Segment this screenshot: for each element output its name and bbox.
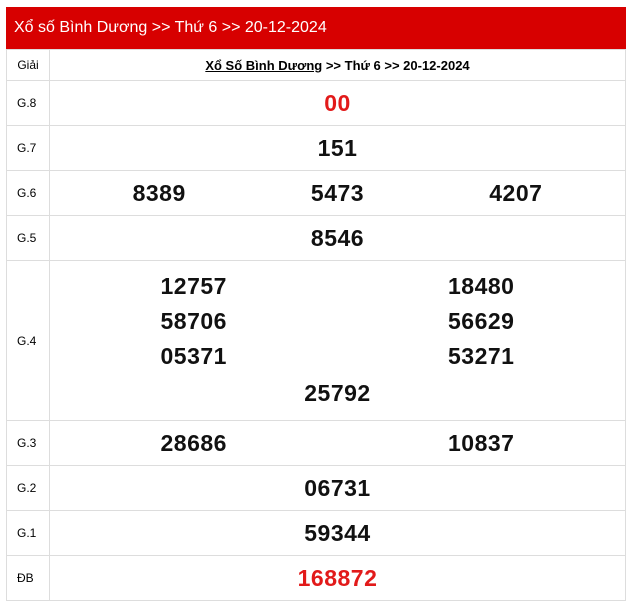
prize-row-g6: G.6 8389 5473 4207 [6, 170, 626, 216]
prize-values-g8: 00 [49, 80, 626, 126]
prize-label-db: ĐB [6, 555, 50, 601]
prize-number: 06731 [304, 474, 371, 501]
prize-row-g3: G.3 28686 10837 [6, 420, 626, 466]
table-header-row: Giải Xổ Số Bình Dương >> Thứ 6 >> 20-12-… [6, 49, 626, 81]
draw-column-header: Xổ Số Bình Dương >> Thứ 6 >> 20-12-2024 [49, 49, 626, 81]
prize-values-g2: 06731 [49, 465, 626, 511]
giai-column-header: Giải [6, 49, 50, 81]
prize-label-g8: G.8 [6, 80, 50, 126]
prize-number: 25792 [304, 379, 371, 406]
prize-number: 28686 [160, 429, 227, 456]
prize-number: 151 [317, 134, 358, 161]
prize-number: 5473 [310, 179, 365, 206]
prize-values-g3: 28686 10837 [49, 420, 626, 466]
prize-values-g6: 8389 5473 4207 [49, 170, 626, 216]
prize-values-g1: 59344 [49, 510, 626, 556]
prize-label-g6: G.6 [6, 170, 50, 216]
prize-label-g7: G.7 [6, 125, 50, 171]
prize-row-g7: G.7 151 [6, 125, 626, 171]
prize-row-g1: G.1 59344 [6, 510, 626, 556]
prize-row-g5: G.5 8546 [6, 215, 626, 261]
prize-row-g4: G.4 12757 18480 58706 56629 05371 53271 … [6, 260, 626, 421]
prize-row-db: ĐB 168872 [6, 555, 626, 601]
prize-number: 8546 [310, 224, 365, 251]
prize-label-g4: G.4 [6, 260, 50, 421]
results-panel: Xổ số Bình Dương >> Thứ 6 >> 20-12-2024 … [6, 7, 626, 607]
prize-number: 59344 [304, 519, 371, 546]
prize-values-g4: 12757 18480 58706 56629 05371 53271 2579… [49, 260, 626, 421]
draw-header-suffix: >> Thứ 6 >> 20-12-2024 [325, 57, 470, 73]
prize-number: 58706 [160, 307, 227, 334]
prize-values-g5: 8546 [49, 215, 626, 261]
prize-values-g7: 151 [49, 125, 626, 171]
results-title: Xổ số Bình Dương >> Thứ 6 >> 20-12-2024 [14, 19, 327, 36]
prize-number: 10837 [448, 429, 515, 456]
prize-label-g5: G.5 [6, 215, 50, 261]
prize-row-g2: G.2 06731 [6, 465, 626, 511]
prize-label-g2: G.2 [6, 465, 50, 511]
results-table: Giải Xổ Số Bình Dương >> Thứ 6 >> 20-12-… [6, 49, 626, 601]
prize-number: 53271 [448, 342, 515, 369]
prize-row-g8: G.8 00 [6, 80, 626, 126]
special-prize-number: 168872 [297, 564, 378, 591]
prize-number: 18480 [448, 272, 515, 299]
prize-number: 12757 [160, 272, 227, 299]
prize-number: 00 [324, 89, 351, 116]
prize-number: 05371 [160, 342, 227, 369]
prize-number: 8389 [132, 179, 186, 206]
prize-number: 4207 [489, 179, 543, 206]
prize-label-g1: G.1 [6, 510, 50, 556]
province-link[interactable]: Xổ Số Bình Dương [205, 58, 322, 73]
prize-number: 56629 [448, 307, 515, 334]
prize-label-g3: G.3 [6, 420, 50, 466]
results-title-bar: Xổ số Bình Dương >> Thứ 6 >> 20-12-2024 [6, 7, 626, 49]
prize-values-db: 168872 [49, 555, 626, 601]
